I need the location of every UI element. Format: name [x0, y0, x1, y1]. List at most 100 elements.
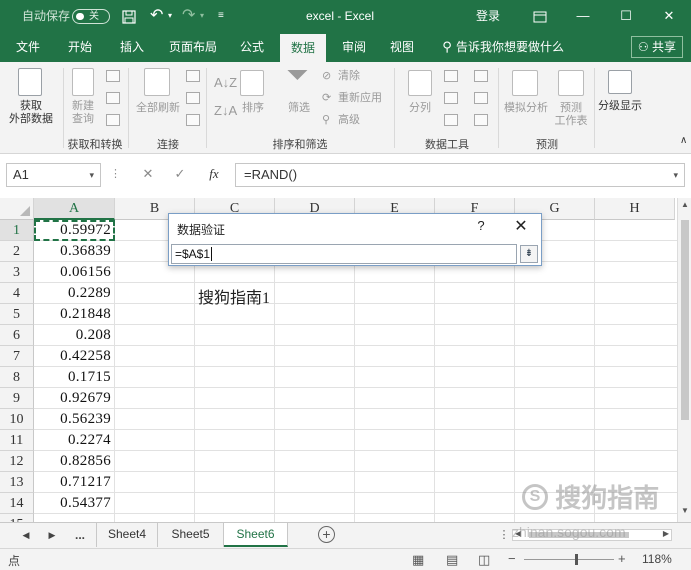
get-external-data-button[interactable]: 获取 外部数据 — [2, 100, 60, 126]
insert-function-icon[interactable]: fx — [204, 163, 224, 187]
recent-sources-icon[interactable] — [106, 114, 120, 126]
tab-file[interactable]: 文件 — [6, 32, 50, 62]
column-header-h[interactable]: H — [595, 198, 675, 220]
close-window-icon[interactable]: ✕ — [649, 0, 689, 32]
tab-bar-grip-icon[interactable]: ⋮ — [494, 523, 514, 547]
row-header[interactable]: 1 — [0, 220, 34, 241]
cell-a3[interactable]: 0.06156 — [35, 262, 113, 283]
cell-a13[interactable]: 0.71217 — [35, 472, 113, 493]
consolidate-icon[interactable] — [474, 70, 488, 82]
outline-icon[interactable] — [608, 70, 632, 94]
row-header[interactable]: 12 — [0, 451, 34, 472]
sheet-tab-sheet4[interactable]: Sheet4 — [96, 523, 158, 547]
row-header[interactable]: 11 — [0, 430, 34, 451]
row-header[interactable]: 13 — [0, 472, 34, 493]
expand-formula-icon[interactable]: ▾ — [673, 164, 678, 186]
add-sheet-button[interactable]: + — [318, 526, 335, 543]
connections-icon[interactable] — [186, 70, 200, 82]
autosave-toggle[interactable]: 关 — [72, 9, 110, 24]
save-icon[interactable] — [122, 0, 136, 32]
cell-a8[interactable]: 0.1715 — [35, 367, 113, 388]
advanced-filter-button[interactable]: 高级 — [338, 114, 360, 127]
advanced-filter-icon[interactable]: ⚲ — [322, 114, 330, 127]
tab-page-layout[interactable]: 页面布局 — [162, 32, 224, 62]
clear-icon[interactable]: ⊘ — [322, 70, 331, 83]
tab-home[interactable]: 开始 — [58, 32, 102, 62]
share-button[interactable]: ⚇ 共享 — [630, 36, 683, 58]
row-header[interactable]: 9 — [0, 388, 34, 409]
minimize-icon[interactable]: — — [563, 0, 603, 32]
source-reference-input[interactable]: =$A$1 — [171, 244, 517, 264]
cell-a14[interactable]: 0.54377 — [35, 493, 113, 514]
edit-links-icon[interactable] — [186, 114, 200, 126]
vertical-scrollbar[interactable]: ▲ ▼ — [677, 198, 691, 522]
relationships-icon[interactable] — [474, 92, 488, 104]
row-header[interactable]: 15 — [0, 514, 34, 522]
scroll-right-icon[interactable]: ▶ — [663, 529, 669, 538]
new-query-icon[interactable] — [72, 68, 94, 96]
zoom-slider-track[interactable] — [524, 559, 614, 560]
help-icon[interactable]: ? — [473, 218, 489, 233]
row-header[interactable]: 2 — [0, 241, 34, 262]
cell-a4[interactable]: 0.2289 — [35, 283, 113, 304]
tab-data[interactable]: 数据 — [280, 34, 326, 62]
tab-review[interactable]: 审阅 — [332, 32, 376, 62]
row-header[interactable]: 10 — [0, 409, 34, 430]
row-header[interactable]: 8 — [0, 367, 34, 388]
column-header-a[interactable]: A — [34, 198, 115, 220]
sort-ascending-icon[interactable]: A↓Z — [214, 76, 237, 89]
ribbon-display-options-icon[interactable] — [520, 0, 560, 32]
forecast-sheet-icon[interactable] — [558, 70, 584, 96]
normal-view-icon[interactable]: ▦ — [412, 552, 424, 568]
get-external-data-icon[interactable] — [18, 68, 42, 96]
cell-a11[interactable]: 0.2274 — [35, 430, 113, 451]
filter-icon[interactable]: ⏷ — [286, 61, 308, 89]
reapply-button[interactable]: 重新应用 — [338, 92, 382, 105]
sort-descending-icon[interactable]: Z↓A — [214, 104, 237, 117]
customize-quick-access-icon[interactable]: ≡ — [218, 0, 224, 32]
clear-button[interactable]: 清除 — [338, 70, 360, 83]
scroll-up-icon[interactable]: ▲ — [680, 200, 690, 214]
cancel-icon[interactable]: ✕ — [140, 163, 156, 187]
tab-insert[interactable]: 插入 — [110, 32, 154, 62]
page-layout-view-icon[interactable]: ▤ — [446, 552, 458, 568]
sheet-tab-sheet6[interactable]: Sheet6 — [224, 523, 288, 547]
forecast-sheet-button[interactable]: 预测 工作表 — [552, 102, 590, 128]
row-header[interactable]: 14 — [0, 493, 34, 514]
cell-a12[interactable]: 0.82856 — [35, 451, 113, 472]
active-cell-selection[interactable] — [34, 220, 115, 241]
from-table-icon[interactable] — [106, 92, 120, 104]
remove-duplicates-icon[interactable] — [444, 92, 458, 104]
scroll-sheets-right-icon[interactable]: ▶ — [42, 523, 62, 547]
undo-dropdown-icon[interactable]: ▾ — [168, 0, 172, 32]
tab-view[interactable]: 视图 — [380, 32, 424, 62]
collapse-ribbon-icon[interactable]: ∧ — [680, 134, 687, 147]
vertical-scroll-thumb[interactable] — [681, 220, 689, 420]
formula-input[interactable]: =RAND() ▾ — [235, 163, 685, 187]
maximize-icon[interactable]: ☐ — [606, 0, 646, 32]
sort-button[interactable]: 排序 — [236, 102, 270, 115]
show-queries-icon[interactable] — [106, 70, 120, 82]
more-sheets-button[interactable]: ... — [70, 523, 90, 547]
sort-icon[interactable] — [240, 70, 264, 96]
data-validation-icon[interactable] — [444, 114, 458, 126]
tab-formulas[interactable]: 公式 — [230, 32, 274, 62]
scroll-down-icon[interactable]: ▼ — [680, 506, 690, 520]
cell-a6[interactable]: 0.208 — [35, 325, 113, 346]
close-icon[interactable]: ✕ — [509, 216, 533, 238]
cell-a9[interactable]: 0.92679 — [35, 388, 113, 409]
page-break-preview-icon[interactable]: ◫ — [478, 552, 490, 568]
refresh-all-button[interactable]: 全部刷新 — [132, 102, 184, 115]
undo-icon[interactable]: ↶ — [150, 0, 163, 32]
row-header[interactable]: 7 — [0, 346, 34, 367]
select-all-corner[interactable] — [0, 198, 34, 220]
enter-icon[interactable]: ✓ — [172, 163, 188, 187]
text-to-columns-button[interactable]: 分列 — [404, 102, 436, 115]
manage-data-model-icon[interactable] — [474, 114, 488, 126]
scroll-sheets-left-icon[interactable]: ◀ — [16, 523, 36, 547]
what-if-analysis-button[interactable]: 模拟分析 — [502, 102, 550, 115]
zoom-out-icon[interactable]: − — [508, 551, 516, 566]
row-header[interactable]: 3 — [0, 262, 34, 283]
row-header[interactable]: 4 — [0, 283, 34, 304]
tell-me-search[interactable]: 告诉我你想要做什么 — [456, 32, 576, 62]
